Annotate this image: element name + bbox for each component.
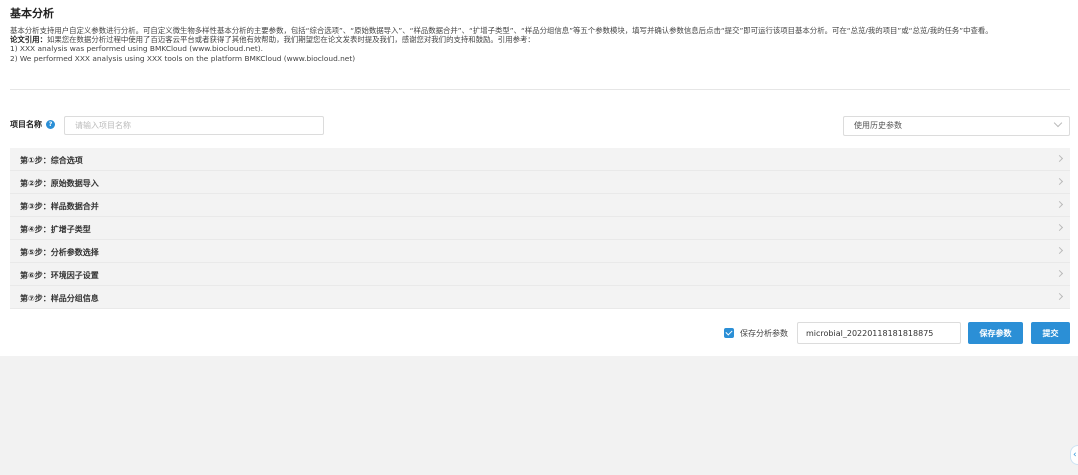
reference-1: 1) XXX analysis was performed using BMKC… bbox=[10, 44, 263, 54]
chevron-right-icon bbox=[1055, 269, 1064, 278]
step-5-analysis-params[interactable]: 第⑤步：分析参数选择 bbox=[10, 240, 1070, 263]
chevron-right-icon bbox=[1055, 200, 1064, 209]
project-name-label-text: 项目名称 bbox=[10, 120, 42, 129]
project-name-input[interactable] bbox=[64, 116, 324, 135]
step-label: 第⑥步：环境因子设置 bbox=[20, 271, 99, 280]
chevron-left-icon: ‹ bbox=[1073, 450, 1077, 460]
save-params-button[interactable]: 保存参数 bbox=[968, 322, 1023, 344]
step-label: 第②步：原始数据导入 bbox=[20, 179, 99, 188]
step-7-sample-groups[interactable]: 第⑦步：样品分组信息 bbox=[10, 286, 1070, 309]
save-params-checkbox[interactable] bbox=[724, 328, 734, 338]
step-3-sample-data-merge[interactable]: 第③步：样品数据合并 bbox=[10, 194, 1070, 217]
save-params-label: 保存分析参数 bbox=[740, 329, 788, 338]
side-collapse-tab[interactable]: ‹ bbox=[1070, 445, 1078, 465]
divider bbox=[10, 89, 1070, 90]
submit-button[interactable]: 提交 bbox=[1031, 322, 1070, 344]
citation: 论文引用：如果您在数据分析过程中使用了百迈客云平台或者获得了其他有效帮助，我们期… bbox=[10, 35, 1070, 44]
chevron-right-icon bbox=[1055, 154, 1064, 163]
description: 基本分析支持用户自定义参数进行分析。可自定义微生物多样性基本分析的主要参数，包括… bbox=[10, 26, 1070, 63]
help-icon[interactable]: ? bbox=[46, 120, 55, 129]
steps-accordion: 第①步：综合选项 第②步：原始数据导入 第③步：样品数据合并 第④步：扩增子类型… bbox=[10, 148, 1070, 309]
history-params-select-value: 使用历史参数 bbox=[854, 121, 902, 130]
chevron-right-icon bbox=[1055, 292, 1064, 301]
citation-text: 如果您在数据分析过程中使用了百迈客云平台或者获得了其他有效帮助，我们期望您在论文… bbox=[46, 35, 535, 45]
step-4-amplicon-type[interactable]: 第④步：扩增子类型 bbox=[10, 217, 1070, 240]
step-6-environment-factors[interactable]: 第⑥步：环境因子设置 bbox=[10, 263, 1070, 286]
description-text: 基本分析支持用户自定义参数进行分析。可自定义微生物多样性基本分析的主要参数，包括… bbox=[10, 26, 993, 35]
step-label: 第⑦步：样品分组信息 bbox=[20, 294, 99, 303]
main-panel: 基本分析 基本分析支持用户自定义参数进行分析。可自定义微生物多样性基本分析的主要… bbox=[0, 0, 1078, 356]
reference-2: 2) We performed XXX analysis using XXX t… bbox=[10, 53, 356, 63]
history-params-select[interactable]: 使用历史参数 bbox=[843, 116, 1070, 136]
step-1-comprehensive-options[interactable]: 第①步：综合选项 bbox=[10, 148, 1070, 171]
project-name-label: 项目名称 ? bbox=[10, 119, 55, 130]
step-label: 第⑤步：分析参数选择 bbox=[20, 248, 99, 257]
chevron-down-icon bbox=[1053, 118, 1063, 128]
param-name-input[interactable] bbox=[797, 322, 961, 344]
chevron-right-icon bbox=[1055, 177, 1064, 186]
citation-label: 论文引用： bbox=[10, 35, 47, 45]
page-title: 基本分析 bbox=[10, 7, 54, 20]
step-label: 第①步：综合选项 bbox=[20, 156, 83, 165]
step-2-raw-data-import[interactable]: 第②步：原始数据导入 bbox=[10, 171, 1070, 194]
chevron-right-icon bbox=[1055, 223, 1064, 232]
save-row: 保存分析参数 保存参数 提交 bbox=[0, 322, 1078, 344]
chevron-right-icon bbox=[1055, 246, 1064, 255]
step-label: 第④步：扩增子类型 bbox=[20, 225, 91, 234]
step-label: 第③步：样品数据合并 bbox=[20, 202, 99, 211]
